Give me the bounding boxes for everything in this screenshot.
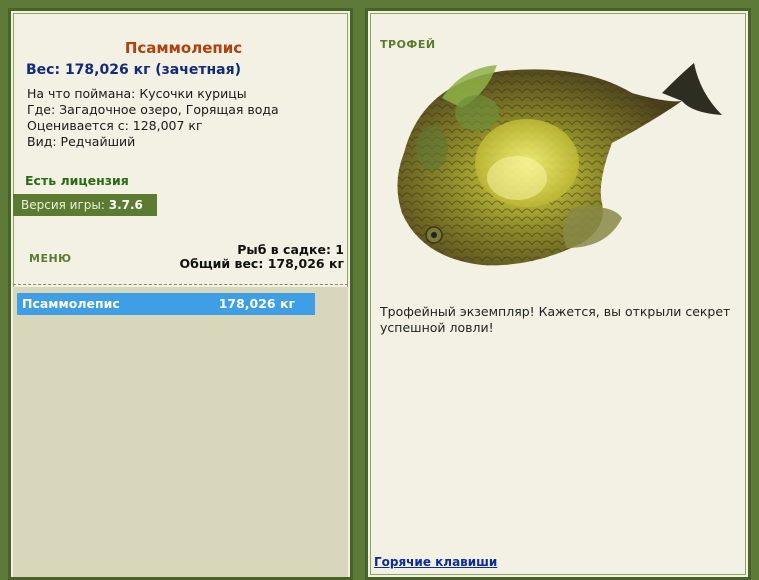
trophy-description: Трофейный экземпляр! Кажется, вы открыли… — [380, 304, 731, 335]
keep-net-stats: Рыб в садке: 1 Общий вес: 178,026 кг — [180, 243, 345, 271]
location-info: Где: Загадочное озеро, Горящая вода — [27, 102, 279, 117]
fish-name-title: Псаммолепис — [124, 39, 243, 57]
fish-weight: Вес: 178,026 кг (зачетная) — [26, 62, 241, 78]
list-item-weight: 178,026 кг — [218, 296, 295, 311]
fish-count: Рыб в садке: 1 — [237, 242, 344, 257]
menu-button[interactable]: МЕНЮ — [29, 252, 72, 265]
fish-lower-fin — [563, 206, 622, 248]
trophy-label: ТРОФЕЙ — [380, 38, 436, 51]
version-label: Версия игры: — [21, 198, 105, 212]
catch-list: Псаммолепис 178,026 кг — [13, 287, 348, 577]
valued-from-info: Оценивается с: 128,007 кг — [27, 118, 203, 133]
total-weight: Общий вес: 178,026 кг — [179, 256, 345, 271]
divider — [13, 284, 348, 285]
list-item-name: Псаммолепис — [22, 296, 120, 311]
bait-info: На что поймана: Кусочки курицы — [27, 86, 247, 101]
version-value: 3.7.6 — [108, 198, 143, 212]
version-badge: Версия игры: 3.7.6 — [13, 194, 157, 216]
hotkeys-link[interactable]: Горячие клавиши — [374, 555, 497, 569]
fish-info-panel: Псаммолепис Вес: 178,026 кг (зачетная) Н… — [8, 8, 353, 580]
fish-image — [397, 63, 722, 266]
license-status: Есть лицензия — [25, 173, 129, 188]
list-item[interactable]: Псаммолепис 178,026 кг — [17, 293, 315, 315]
kind-info: Вид: Редчайший — [27, 134, 136, 149]
trophy-panel: ТРОФЕЙ Трофейный экземпляр! Кажется, вы … — [365, 8, 751, 580]
